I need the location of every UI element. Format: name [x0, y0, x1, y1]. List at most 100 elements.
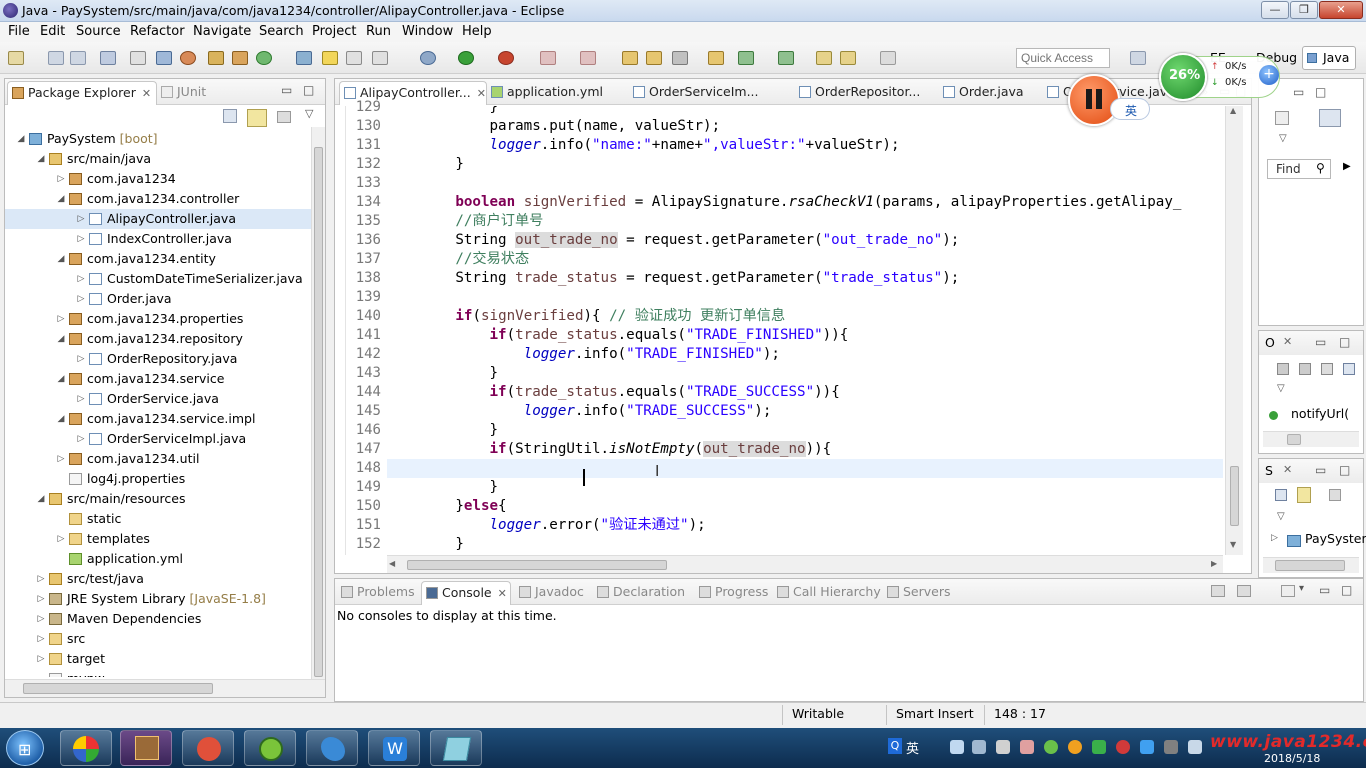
open-project-icon[interactable]	[708, 51, 724, 65]
console-tab[interactable]: Servers	[883, 581, 953, 605]
close-icon[interactable]: ✕	[1283, 463, 1292, 476]
scroll-up-icon[interactable]: ▲	[1230, 106, 1236, 115]
code-line[interactable]: logger.error("验证未通过");	[387, 516, 706, 535]
side-horizontal-scrollbar[interactable]	[1263, 557, 1359, 573]
close-icon[interactable]: ✕	[1283, 335, 1292, 348]
save-all-icon[interactable]	[70, 51, 86, 65]
close-icon[interactable]: ✕	[142, 87, 151, 100]
speaker-icon[interactable]	[1188, 740, 1202, 754]
collapse-arrow-icon[interactable]: ◢	[55, 329, 67, 349]
print-icon[interactable]	[100, 51, 116, 65]
close-button[interactable]: ✕	[1319, 1, 1363, 19]
scroll-left-icon[interactable]: ◀	[389, 559, 395, 568]
shield-icon[interactable]	[1092, 740, 1106, 754]
usb-icon[interactable]	[996, 740, 1010, 754]
code-line[interactable]: //商户订单号	[387, 212, 543, 231]
collapse-arrow-icon[interactable]: ◢	[35, 489, 47, 509]
disconnect-icon[interactable]	[580, 51, 596, 65]
filter-icon[interactable]	[277, 111, 291, 123]
menu-edit[interactable]: Edit	[40, 24, 65, 39]
green-tray-icon[interactable]	[1044, 740, 1058, 754]
tree-item[interactable]: ▷ target	[5, 649, 311, 669]
mascot-icon[interactable]	[1020, 740, 1034, 754]
boost-plus-icon[interactable]: +	[1259, 65, 1279, 85]
menu-help[interactable]: Help	[462, 24, 492, 39]
code-line[interactable]: String trade_status = request.getParamet…	[387, 269, 959, 288]
editor-tab[interactable]: OrderServiceIm...	[629, 81, 789, 105]
sort-icon[interactable]	[1277, 363, 1289, 375]
editor-horizontal-scrollbar[interactable]: ◀ ▶	[387, 555, 1223, 573]
tree-item[interactable]: ▷ OrderServiceImpl.java	[5, 429, 311, 449]
view-menu-icon[interactable]: ▽	[1277, 383, 1285, 394]
scroll-down-icon[interactable]: ▼	[1230, 540, 1236, 549]
expand-arrow-icon[interactable]: ▷	[35, 609, 47, 629]
tree-item[interactable]: ▷ templates	[5, 529, 311, 549]
scroll-thumb[interactable]	[1287, 434, 1301, 445]
close-icon[interactable]: ✕	[477, 87, 486, 100]
maximize-button[interactable]: ❐	[1290, 1, 1318, 19]
tree-item[interactable]: ◢ com.java1234.service	[5, 369, 311, 389]
start-button[interactable]: ⊞	[6, 730, 44, 766]
open-perspective-icon[interactable]	[1130, 51, 1146, 65]
tree-vertical-scrollbar[interactable]	[311, 127, 325, 679]
code-line[interactable]: if(trade_status.equals("TRADE_FINISHED")…	[387, 326, 849, 345]
code-line[interactable]: }	[387, 478, 498, 497]
menu-refactor[interactable]: Refactor	[130, 24, 185, 39]
code-line[interactable]: logger.info("TRADE_SUCCESS");	[387, 402, 772, 421]
expand-arrow-icon[interactable]: ▷	[35, 629, 47, 649]
tree-item[interactable]: application.yml	[5, 549, 311, 569]
taskbar-eclipse[interactable]	[120, 730, 172, 766]
console-tab[interactable]: Progress	[695, 581, 773, 605]
minimize-panel-icon[interactable]: ▭	[1315, 463, 1326, 477]
annotation-next-icon[interactable]	[738, 51, 754, 65]
save-icon[interactable]	[48, 51, 64, 65]
scroll-right-icon[interactable]: ▶	[1211, 559, 1217, 568]
last-edit-icon[interactable]	[816, 51, 832, 65]
expand-arrow-icon[interactable]: ▷	[75, 209, 87, 229]
display-console-icon[interactable]	[1237, 585, 1251, 597]
tree-item[interactable]: ◢ com.java1234.repository	[5, 329, 311, 349]
tree-item[interactable]: log4j.properties	[5, 469, 311, 489]
tree-item[interactable]: ▷ OrderService.java	[5, 389, 311, 409]
editor-tab[interactable]: application.yml	[487, 81, 623, 105]
collapse-arrow-icon[interactable]: ◢	[35, 149, 47, 169]
categorized-icon[interactable]	[1319, 109, 1341, 127]
collapse-arrow-icon[interactable]: ◢	[15, 129, 27, 149]
flag-icon[interactable]	[1164, 740, 1178, 754]
web-browser-icon[interactable]	[180, 51, 196, 65]
annotation-prev-icon[interactable]	[778, 51, 794, 65]
minimize-panel-icon[interactable]: ▭	[1293, 85, 1304, 99]
pencil-icon[interactable]	[322, 51, 338, 65]
new-package-icon[interactable]	[232, 51, 248, 65]
tree-item[interactable]: ▷ Order.java	[5, 289, 311, 309]
maximize-panel-icon[interactable]: □	[1339, 463, 1350, 477]
tab-s[interactable]: S	[1265, 463, 1273, 478]
open-folder-icon[interactable]	[622, 51, 638, 65]
expand-arrow-icon[interactable]: ▷	[55, 169, 67, 189]
expand-arrow-icon[interactable]: ▷	[75, 269, 87, 289]
code-line[interactable]: if(StringUtil.isNotEmpty(out_trade_no)){	[387, 440, 831, 459]
code-line[interactable]: logger.info("name:"+name+",valueStr:"+va…	[387, 136, 900, 155]
collapse-icon[interactable]	[1275, 489, 1287, 501]
tree-item[interactable]: ▷ com.java1234	[5, 169, 311, 189]
new-server-icon[interactable]	[208, 51, 224, 65]
console-tab[interactable]: Console ✕	[421, 581, 511, 605]
orange-tray-icon[interactable]	[1068, 740, 1082, 754]
code-line[interactable]: }else{	[387, 497, 506, 516]
tree-item[interactable]: ▷ IndexController.java	[5, 229, 311, 249]
tree-item[interactable]: ◢ com.java1234.service.impl	[5, 409, 311, 429]
tree-item[interactable]: ◢ src/main/resources	[5, 489, 311, 509]
expand-arrow-icon[interactable]: ▷	[55, 529, 67, 549]
tree-item[interactable]: ◢ com.java1234.entity	[5, 249, 311, 269]
hide-fields-icon[interactable]	[1299, 363, 1311, 375]
maximize-panel-icon[interactable]: □	[1315, 85, 1326, 99]
debug-icon[interactable]	[420, 51, 436, 65]
maximize-panel-icon[interactable]: □	[1339, 335, 1350, 349]
menu-source[interactable]: Source	[76, 24, 121, 39]
console-tab[interactable]: Javadoc	[515, 581, 593, 605]
block-select-icon[interactable]	[156, 51, 172, 65]
tab-outline[interactable]: O	[1265, 335, 1275, 350]
tree-item[interactable]: ▷ Maven Dependencies	[5, 609, 311, 629]
collapse-arrow-icon[interactable]: ◢	[55, 249, 67, 269]
tab-junit[interactable]: JUnit	[157, 81, 227, 105]
